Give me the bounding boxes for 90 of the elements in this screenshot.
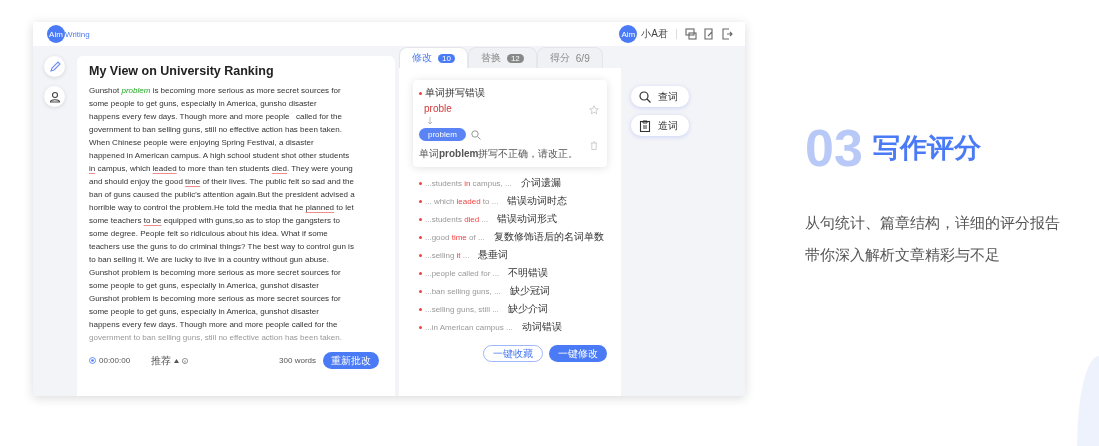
essay-line: Gunshot problem is becoming more serious as more secret sources for — [89, 293, 342, 305]
essay-line: Gunshot problem is becoming more serious as more secret sources for — [89, 85, 342, 97]
essay-line: horrible way to control the problem.He told the media that he planned to let — [89, 202, 355, 214]
bullet-dot — [419, 253, 422, 257]
issue-snippet[interactable]: ...ban selling guns, ... — [425, 286, 501, 296]
issue-label: 缺少冠词 — [509, 284, 550, 298]
count-badge: 12 — [506, 53, 524, 63]
resubmit-button[interactable]: 重新批改 — [323, 352, 379, 369]
chat-icon[interactable] — [685, 28, 697, 40]
essay-line: ban of guns caused the public's attention again.But the president advised a — [89, 189, 356, 201]
feature-description: 带你深入解析文章精彩与不足 — [805, 246, 1001, 265]
issue-snippet[interactable]: ...in American campus ... — [425, 322, 513, 332]
error-type: 单词拼写错误 — [425, 86, 485, 100]
essay-line: happened in American campus. A high school student shot other students — [89, 150, 351, 162]
search-icon — [639, 90, 651, 103]
search-icon[interactable] — [470, 129, 481, 140]
essay-line: teachers use the guns to do criminal things? The best way to control gun is — [89, 241, 355, 253]
level-text[interactable]: 推荐 — [151, 353, 172, 368]
arrow-down-icon — [427, 117, 433, 125]
issue-label: 复数修饰语后的名词单数 — [493, 230, 604, 244]
play-icon[interactable] — [89, 357, 96, 364]
essay-line: When Chinese people were enjoying Spring Festival, a disaster — [89, 137, 315, 149]
bullet-dot — [419, 199, 422, 203]
bullet-dot — [419, 271, 422, 275]
essay-line: and should enjoy the good time of their lives. The public felt so sad and the — [89, 176, 355, 188]
tab[interactable]: 替换 12 — [467, 47, 537, 68]
bullet-dot — [419, 217, 422, 221]
issue-label: 动词错误 — [521, 320, 562, 334]
essay-line: some degree. People felt so ridiculous about his idea. What if some — [89, 228, 329, 240]
issue-snippet[interactable]: ...selling guns, still ... — [425, 304, 499, 314]
collect-all-button[interactable]: 一键收藏 — [483, 345, 543, 362]
bullet-dot — [419, 181, 422, 185]
issue-snippet[interactable]: ...students died ... — [425, 214, 489, 224]
tool-button[interactable]: 造词 — [631, 115, 689, 136]
issue-label: 缺少介词 — [507, 302, 548, 316]
essay-title: My View on University Ranking — [89, 64, 275, 78]
pen-button[interactable] — [44, 56, 65, 77]
bullet-dot — [419, 325, 422, 329]
bullet-dot — [419, 289, 422, 293]
suggestion-button[interactable]: problem — [419, 128, 466, 141]
avatar[interactable]: Aim — [619, 25, 638, 43]
timer-text: 00:00:00 — [99, 356, 131, 365]
user-name[interactable]: 小A君 — [641, 27, 668, 41]
star-icon[interactable] — [589, 105, 599, 115]
essay-line: some teachers to be equipped with guns,so as to stop the gangsters to — [89, 215, 341, 227]
person-icon — [48, 90, 61, 103]
info-icon — [182, 357, 189, 364]
clipboard-icon — [639, 119, 651, 132]
issue-label: 悬垂词 — [478, 248, 509, 262]
issue-label: 不明错误 — [508, 266, 549, 280]
essay-line: government to ban selling guns, still no effective action has been taken. — [89, 124, 343, 136]
logout-icon[interactable] — [721, 28, 733, 40]
feature-description: 从句统计、篇章结构，详细的评分报告 — [805, 214, 1060, 233]
issue-snippet[interactable]: ...good time of ... — [425, 232, 485, 242]
bullet-dot — [419, 307, 422, 311]
word-count: 300 words — [279, 356, 316, 365]
logo-text: Writing — [65, 29, 90, 39]
essay-line: Gunshot problem is becoming more serious as more secret sources for — [89, 267, 342, 279]
feature-title: 写作评分 — [872, 132, 981, 165]
issue-snippet[interactable]: ...students in campus, ... — [425, 178, 512, 188]
tab[interactable]: 修改 10 — [399, 47, 468, 68]
essay-line: happens every few days. Though more and more people called for the — [89, 319, 339, 331]
essay-line: some people to get guns, especially in America, gunshot disaster — [89, 280, 320, 292]
essay-line: some people to get guns, especially in America, gunsho disaster — [89, 98, 318, 110]
caret-up-icon[interactable] — [174, 358, 180, 363]
edit-document-icon[interactable] — [703, 28, 715, 40]
bullet-dot — [419, 91, 422, 95]
essay-line: some people to get guns, especially in America, gunshot disaster — [89, 306, 320, 318]
suggestion-note: 单词problem拼写不正确，请改正。 — [419, 147, 579, 161]
tab[interactable]: 得分 6/9 — [536, 47, 603, 68]
profile-button[interactable] — [44, 86, 65, 107]
essay-line: to ban selling it. We are lucky to live in a country without gun abuse. — [89, 254, 330, 266]
issue-snippet[interactable]: ... which leaded to ... — [425, 196, 499, 206]
bullet-dot — [419, 235, 422, 239]
issue-label: 介词遗漏 — [520, 176, 561, 190]
misspelled-word: proble — [424, 103, 452, 114]
essay-line: happens every few days. Though more and more people called for the — [89, 111, 343, 123]
issue-label: 错误动词形式 — [497, 212, 558, 226]
essay-line: in campus, which leaded to more than ten students died. They were young — [89, 163, 354, 175]
issue-label: 错误动词时态 — [507, 194, 568, 208]
feature-number: 03 — [805, 122, 863, 174]
tool-button[interactable]: 查词 — [631, 86, 689, 107]
issue-snippet[interactable]: ...selling it ... — [425, 250, 470, 260]
fix-all-button[interactable]: 一键修改 — [549, 345, 607, 362]
logo-badge: Aim — [47, 25, 65, 43]
pen-icon — [48, 60, 61, 73]
count-badge: 10 — [438, 53, 455, 63]
essay-line: government to ban selling guns, still no effective action has been taken. — [89, 332, 343, 344]
score-text: 6/9 — [575, 52, 590, 64]
issue-snippet[interactable]: ...people called for ... — [425, 268, 500, 278]
